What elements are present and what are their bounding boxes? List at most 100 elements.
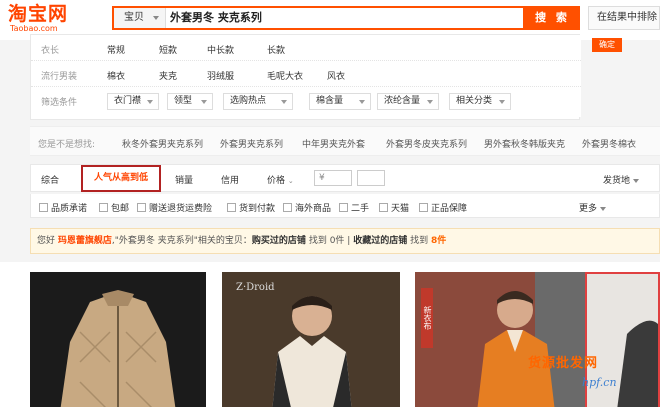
checkbox-label: 正品保障 [431,204,468,214]
watermark-main: 货源批发网 [528,356,599,371]
filter-label: 流行男装 [41,72,78,82]
filter-option[interactable]: 常规 [107,43,125,56]
price-max-input[interactable] [357,170,385,186]
sort-credit[interactable]: 信用 [221,173,239,186]
related-search-link[interactable]: 秋冬外套男夹克系列 [122,137,203,150]
notice-separator: | [344,236,354,246]
checkbox-icon [379,203,388,212]
filter-option[interactable]: 风衣 [327,69,345,82]
logo-subtext: Taobao.com [10,24,58,33]
checkbox-genuine[interactable]: 正品保障 [419,201,467,214]
filter-row-category: 流行男装 棉衣 夹克 羽绒服 毛呢大衣 风衣 [31,61,581,87]
checkbox-tmall[interactable]: 天猫 [379,201,409,214]
filter-dropdown[interactable]: 衣门襟 [107,93,159,110]
notice-text: ,"外套男冬 夹克系列"相关的宝贝： [111,236,252,246]
search-button[interactable]: 搜 索 [525,6,580,30]
checkbox-label: 赠送退货运费险 [149,204,213,214]
filter-dropdown[interactable]: 棉含量 [309,93,371,110]
notice-found-label: 找到 [410,236,429,246]
notice-bought-shops[interactable]: 购买过的店铺 [252,236,306,246]
chevron-down-icon [499,100,505,104]
sort-sales[interactable]: 销量 [175,173,193,186]
shop-notice-bar: 您好 玛恩蕾旗舰店,"外套男冬 夹克系列"相关的宝贝：购买过的店铺 找到 0件 … [30,228,660,254]
filter-option[interactable]: 夹克 [159,69,177,82]
filter-option[interactable]: 羽绒服 [207,69,234,82]
checkbox-label: 包邮 [111,204,130,214]
ship-from-label: 发货地 [603,176,631,186]
checkbox-return-insurance[interactable]: 赠送退货运费险 [137,201,212,214]
checkbox-cash-on-delivery[interactable]: 货到付款 [227,201,275,214]
chevron-down-icon: ⌄ [287,177,294,185]
chevron-down-icon [427,100,433,104]
service-filter-row: 品质承诺 包邮 赠送退货运费险 货到付款 海外商品 二手 天猫 正品保障 更多 [30,194,660,218]
checkbox-icon [99,203,108,212]
checkbox-label: 二手 [351,204,370,214]
checkbox-quality-promise[interactable]: 品质承诺 [39,201,87,214]
logo-text: 淘宝网 [8,3,69,25]
sort-price[interactable]: 价格 ⌄ [267,173,294,186]
checkbox-icon [39,203,48,212]
sort-popularity[interactable]: 人气从高到低 [81,165,161,192]
price-min-input[interactable]: ¥ [314,170,352,186]
dropdown-label: 浓纶含量 [384,96,421,106]
filter-option[interactable]: 短款 [159,43,177,56]
filter-dropdown[interactable]: 相关分类 [449,93,511,110]
ship-from-select[interactable]: 发货地 [603,173,640,186]
notice-prefix: 您好 [37,236,56,246]
search-input[interactable]: 外套男冬 夹克系列 [170,8,520,28]
related-search-link[interactable]: 外套男冬皮夹克系列 [386,137,467,150]
related-search-link[interactable]: 外套男冬棉衣 [582,137,636,150]
more-filters-button[interactable]: 更多 [579,201,607,214]
sort-default[interactable]: 综合 [41,173,59,186]
chevron-down-icon [281,100,287,104]
checkbox-icon [283,203,292,212]
chevron-down-icon [153,16,159,20]
related-search-link[interactable]: 外套男夹克系列 [220,137,283,150]
filter-option[interactable]: 长款 [267,43,285,56]
filter-dropdown[interactable]: 领型 [167,93,213,110]
checkbox-label: 品质承诺 [51,204,88,214]
sort-bar: 综合 人气从高到低 销量 信用 价格 ⌄ ¥ 发货地 [30,164,660,192]
notice-shop-link[interactable]: 玛恩蕾旗舰店 [58,236,112,246]
filter-row-conditions: 筛选条件 衣门襟 领型 选购热点 棉含量 浓纶含量 相关分类 [31,87,581,117]
dropdown-label: 领型 [174,96,193,106]
dropdown-label: 棉含量 [316,96,344,106]
related-search-link[interactable]: 男外套秋冬韩版夹克 [484,137,565,150]
related-search-link[interactable]: 中年男夹克外套 [302,137,365,150]
checkbox-icon [339,203,348,212]
filter-dropdown[interactable]: 浓纶含量 [377,93,439,110]
filter-option[interactable]: 中长款 [207,43,234,56]
checkbox-icon [419,203,428,212]
notice-found-label: 找到 [308,236,327,246]
sort-price-label: 价格 [267,176,286,186]
taobao-logo[interactable]: 淘宝网 Taobao.com [8,4,96,36]
search-scope-select[interactable]: 宝贝 [114,8,166,28]
search-box: 宝贝 外套男冬 夹克系列 [112,6,525,30]
dropdown-label: 相关分类 [456,96,493,106]
watermark-sub: hpf.cn [582,376,617,389]
checkbox-second-hand[interactable]: 二手 [339,201,369,214]
filter-dropdown[interactable]: 选购热点 [223,93,293,110]
checkbox-overseas[interactable]: 海外商品 [283,201,331,214]
checkbox-free-shipping[interactable]: 包邮 [99,201,129,214]
brand-tag: Z·Droid [236,282,275,293]
chevron-down-icon [359,100,365,104]
related-searches-label: 您是不是想找: [38,140,96,150]
related-searches: 您是不是想找: 秋冬外套男夹克系列 外套男夹克系列 中年男夹克外套 外套男冬皮夹… [30,126,660,156]
chevron-down-icon [147,100,153,104]
chevron-down-icon [600,206,607,211]
filter-label: 筛选条件 [41,98,78,108]
filter-option[interactable]: 棉衣 [107,69,125,82]
dropdown-label: 衣门襟 [114,96,142,106]
product-card[interactable] [30,272,206,407]
product-card[interactable]: Z·Droid [222,272,400,407]
filter-row-length: 衣长 常规 短款 中长款 长款 [31,35,581,61]
checkbox-label: 货到付款 [239,204,276,214]
filter-option[interactable]: 毛呢大衣 [267,69,303,82]
checkbox-label: 天猫 [391,204,410,214]
filter-panel: 衣长 常规 短款 中长款 长款 流行男装 棉衣 夹克 羽绒服 毛呢大衣 风衣 筛… [30,34,581,120]
product-image-jacket-tan [30,272,206,407]
notice-fav-shops[interactable]: 收藏过的店铺 [353,236,407,246]
confirm-button[interactable]: 确定 [592,38,622,52]
exclude-in-results-button[interactable]: 在结果中排除 [588,6,660,30]
